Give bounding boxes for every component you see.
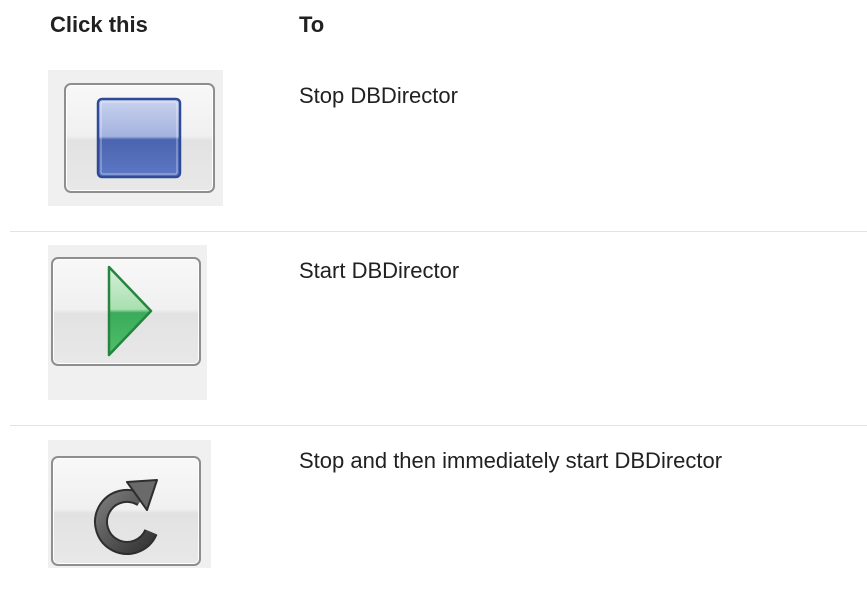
divider (10, 231, 867, 232)
divider (10, 425, 867, 426)
play-icon (107, 265, 153, 357)
start-button[interactable] (51, 257, 201, 366)
row-description: Start DBDirector (299, 258, 460, 283)
table-row: Start DBDirector (0, 245, 867, 405)
header-click-this: Click this (50, 12, 148, 37)
table-header: Click this To (0, 10, 867, 40)
stop-button[interactable] (64, 83, 215, 193)
row-description: Stop DBDirector (299, 83, 458, 108)
header-to: To (299, 12, 325, 37)
button-image-bg (48, 70, 223, 206)
stop-icon (96, 97, 182, 179)
restart-button[interactable] (51, 456, 201, 566)
table-row: Stop DBDirector (0, 70, 867, 230)
restart-icon (94, 479, 158, 555)
button-image-bg (48, 440, 211, 568)
table-row: Stop and then immediately start DBDirect… (0, 440, 867, 575)
row-description: Stop and then immediately start DBDirect… (299, 448, 723, 473)
button-image-bg (48, 245, 207, 400)
